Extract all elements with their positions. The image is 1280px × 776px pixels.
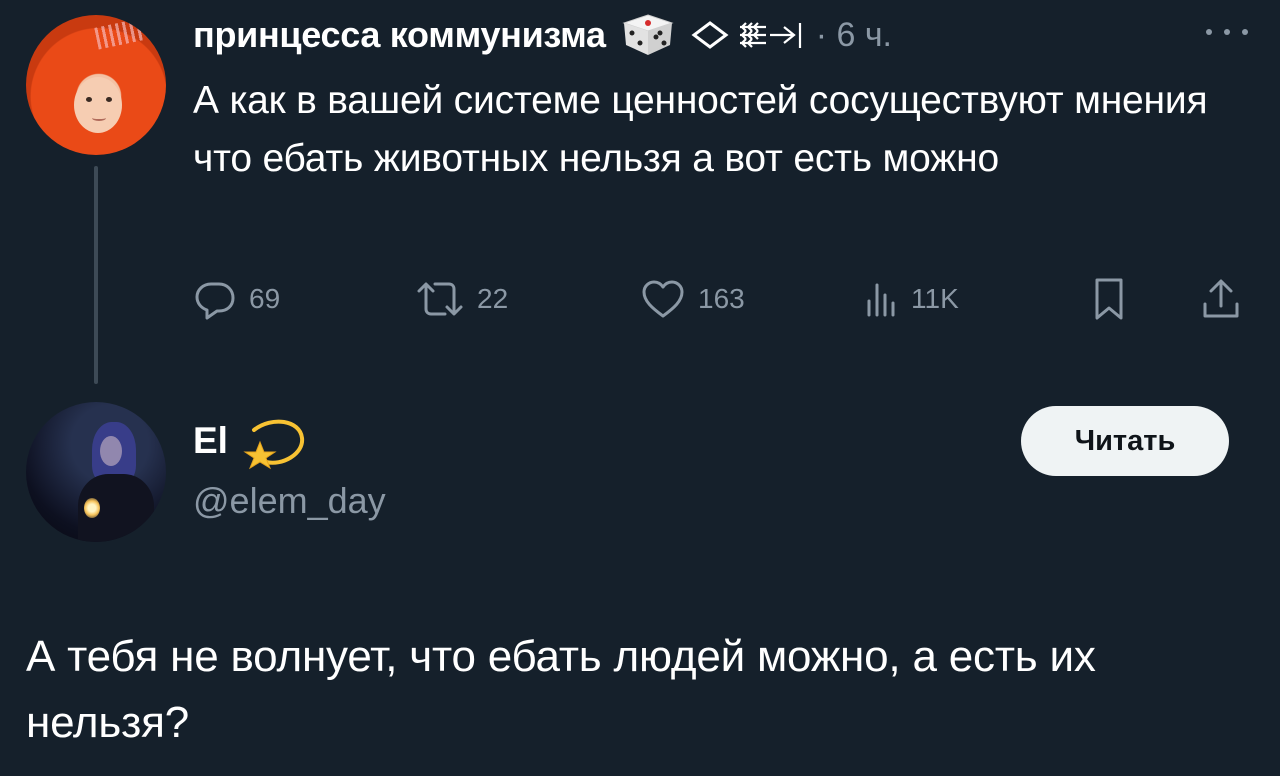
share-button[interactable]	[1199, 276, 1243, 322]
avatar-face	[74, 77, 122, 133]
author-name[interactable]: El	[193, 420, 228, 462]
tweet-text: А как в вашей системе ценностей сосущест…	[193, 79, 1208, 180]
more-options-icon[interactable]	[1206, 22, 1248, 42]
author-name[interactable]: принцесса коммунизма	[193, 14, 606, 56]
reply-tweet-text: А тебя не волнует, что ебать людей можно…	[26, 632, 1096, 747]
bookmark-icon	[1089, 276, 1129, 322]
avatar-eye	[106, 97, 112, 102]
like-count: 163	[698, 283, 745, 314]
avatar-candle-light	[84, 498, 100, 518]
avatar-face	[100, 436, 122, 466]
avatar[interactable]	[26, 15, 166, 155]
share-upload-icon	[1199, 276, 1243, 322]
tweet-header: принцесса коммунизма · 6 ч.	[193, 10, 892, 60]
like-button[interactable]: 163	[640, 276, 745, 322]
repost-button[interactable]: 22	[415, 276, 508, 322]
tweet-thread-view: принцесса коммунизма · 6 ч. А как в ваше…	[0, 0, 1280, 776]
reply-count: 69	[249, 283, 281, 314]
repost-icon	[415, 277, 465, 321]
avatar-mouth	[92, 115, 106, 121]
dice-emoji-icon	[620, 13, 676, 57]
follow-button[interactable]: Читать	[1021, 406, 1229, 476]
analytics-bars-icon	[863, 277, 899, 321]
reply-icon	[193, 277, 237, 321]
reply-button[interactable]: 69	[193, 276, 280, 322]
avatar[interactable]	[26, 402, 166, 542]
avatar-eye	[86, 97, 92, 102]
bookmark-button[interactable]	[1089, 276, 1129, 322]
views-button[interactable]: 11K	[863, 276, 959, 322]
author-handle[interactable]: @elem_day	[193, 480, 386, 522]
diamond-icon	[690, 20, 730, 50]
repost-count: 22	[477, 283, 509, 314]
tiara-decoration	[94, 18, 144, 50]
reply-author-name-row: El	[193, 412, 308, 470]
dizzy-star-emoji-icon	[240, 412, 308, 470]
heart-icon	[640, 277, 686, 321]
tweet-timestamp[interactable]: · 6 ч.	[816, 16, 892, 55]
thread-connector-line	[94, 166, 98, 384]
tweet-action-bar: 69 22 163 11K	[193, 276, 1253, 322]
arrows-glyph-icon	[736, 18, 810, 52]
view-count: 11K	[911, 283, 959, 314]
